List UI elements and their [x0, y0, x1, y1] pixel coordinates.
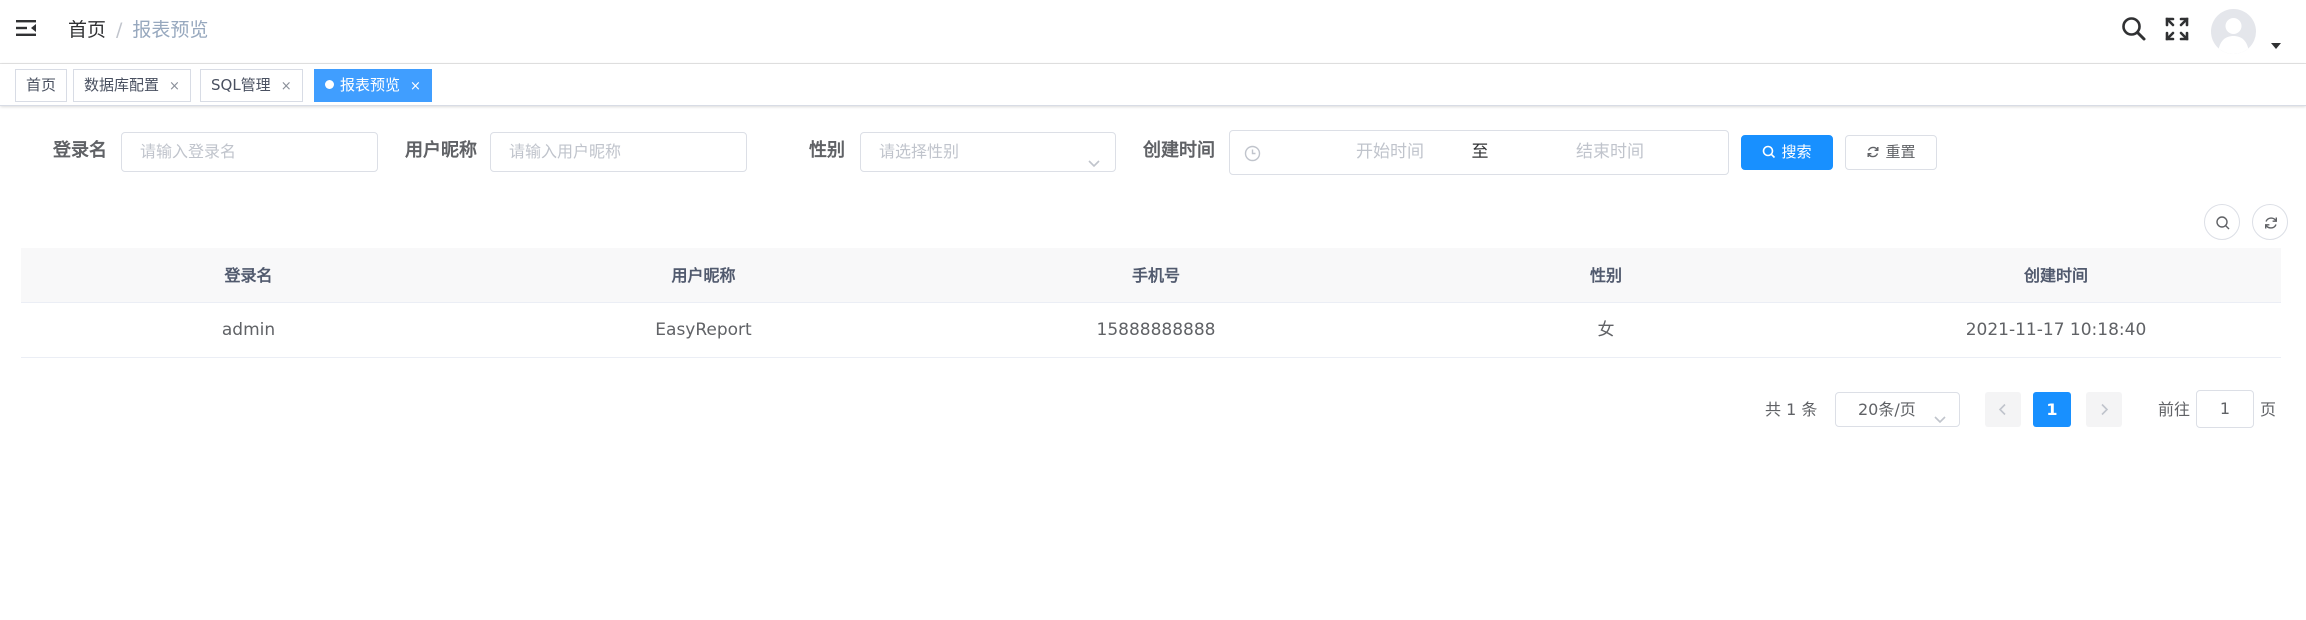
breadcrumb-separator: / — [116, 19, 123, 41]
search-button[interactable]: 搜索 — [1741, 135, 1833, 170]
created-time-label: 创建时间 — [1143, 140, 1215, 161]
tag-label: 数据库配置 — [84, 76, 160, 94]
chevron-right-icon — [2101, 403, 2109, 416]
page-size-select[interactable]: 20条/页 — [1835, 392, 1960, 427]
gender-select[interactable]: 请选择性别 — [860, 132, 1116, 172]
active-dot-icon — [325, 80, 334, 89]
goto-suffix: 页 — [2260, 400, 2277, 419]
refresh-icon — [2265, 217, 2277, 229]
user-avatar[interactable] — [2211, 9, 2256, 54]
end-time-input[interactable]: 结束时间 — [1540, 131, 1680, 174]
tag-home[interactable]: 首页 — [15, 69, 68, 102]
search-button-label: 搜索 — [1781, 143, 1812, 161]
column-header: 用户昵称 — [671, 266, 736, 285]
reset-button-label: 重置 — [1885, 143, 1916, 161]
toggle-search-button[interactable] — [2204, 204, 2240, 240]
tag-label: 报表预览 — [340, 76, 401, 94]
table-row[interactable]: admin EasyReport 15888888888 女 2021-11-1… — [21, 303, 2281, 358]
created-time-range-picker[interactable]: 开始时间 至 结束时间 — [1229, 130, 1729, 175]
tag-label: 首页 — [26, 76, 57, 94]
tag-label: SQL管理 — [211, 76, 271, 94]
breadcrumb: 首页 / 报表预览 — [68, 17, 208, 43]
table-cell: EasyReport — [655, 320, 752, 340]
page-number-1[interactable]: 1 — [2033, 392, 2071, 427]
gender-label: 性别 — [809, 140, 845, 161]
nickname-input[interactable]: 请输入用户昵称 — [490, 132, 747, 172]
page-size-value: 20条/页 — [1858, 400, 1916, 419]
login-name-input[interactable]: 请输入登录名 — [121, 132, 378, 172]
user-table: 登录名 用户昵称 手机号 性别 创建时间 admin EasyReport 15… — [21, 248, 2281, 358]
close-icon[interactable]: × — [410, 71, 421, 102]
refresh-icon — [1867, 146, 1879, 158]
gender-placeholder: 请选择性别 — [879, 142, 960, 161]
tags-view: 首页 数据库配置 × SQL管理 × 报表预览 × — [0, 64, 2306, 106]
nickname-label: 用户昵称 — [405, 140, 477, 161]
table-cell: 女 — [1597, 320, 1615, 340]
chevron-down-icon — [1933, 404, 1947, 424]
pagination-total: 共 1 条 — [1765, 400, 1818, 419]
column-header: 登录名 — [224, 266, 273, 285]
table-cell: 2021-11-17 10:18:40 — [1965, 320, 2147, 340]
breadcrumb-current: 报表预览 — [132, 19, 209, 41]
table-cell: 15888888888 — [1096, 320, 1216, 340]
tag-database-config[interactable]: 数据库配置 × — [73, 69, 191, 102]
close-icon[interactable]: × — [281, 71, 292, 102]
fullscreen-icon[interactable] — [2162, 14, 2192, 44]
reset-button[interactable]: 重置 — [1845, 135, 1937, 170]
login-name-label: 登录名 — [53, 140, 107, 161]
goto-page-input[interactable]: 1 — [2196, 390, 2254, 428]
caret-down-icon[interactable] — [2270, 37, 2282, 49]
menu-fold-icon[interactable] — [15, 17, 37, 39]
login-name-placeholder: 请输入登录名 — [140, 142, 237, 161]
close-icon[interactable]: × — [169, 71, 180, 102]
table-header: 登录名 用户昵称 手机号 性别 创建时间 — [21, 248, 2281, 303]
tag-sql-manage[interactable]: SQL管理 × — [200, 69, 303, 102]
clock-icon — [1244, 145, 1261, 162]
column-header: 性别 — [1589, 266, 1622, 285]
top-navbar: 首页 / 报表预览 — [0, 0, 2306, 64]
prev-page-button[interactable] — [1985, 392, 2021, 427]
refresh-table-button[interactable] — [2252, 204, 2288, 240]
search-icon — [1763, 145, 1776, 159]
nickname-placeholder: 请输入用户昵称 — [509, 142, 622, 161]
breadcrumb-home[interactable]: 首页 — [68, 19, 106, 41]
table-cell: admin — [221, 320, 276, 340]
column-header: 手机号 — [1131, 266, 1180, 285]
start-time-input[interactable]: 开始时间 — [1320, 131, 1460, 174]
tag-report-preview[interactable]: 报表预览 × — [314, 69, 432, 102]
chevron-left-icon — [1998, 403, 2006, 416]
column-header: 创建时间 — [2023, 266, 2088, 285]
goto-label: 前往 — [2158, 400, 2191, 419]
chevron-down-icon — [1087, 146, 1101, 168]
search-icon — [2216, 216, 2230, 230]
next-page-button[interactable] — [2086, 392, 2122, 427]
search-icon[interactable] — [2119, 14, 2149, 44]
range-separator: 至 — [1471, 142, 1489, 162]
